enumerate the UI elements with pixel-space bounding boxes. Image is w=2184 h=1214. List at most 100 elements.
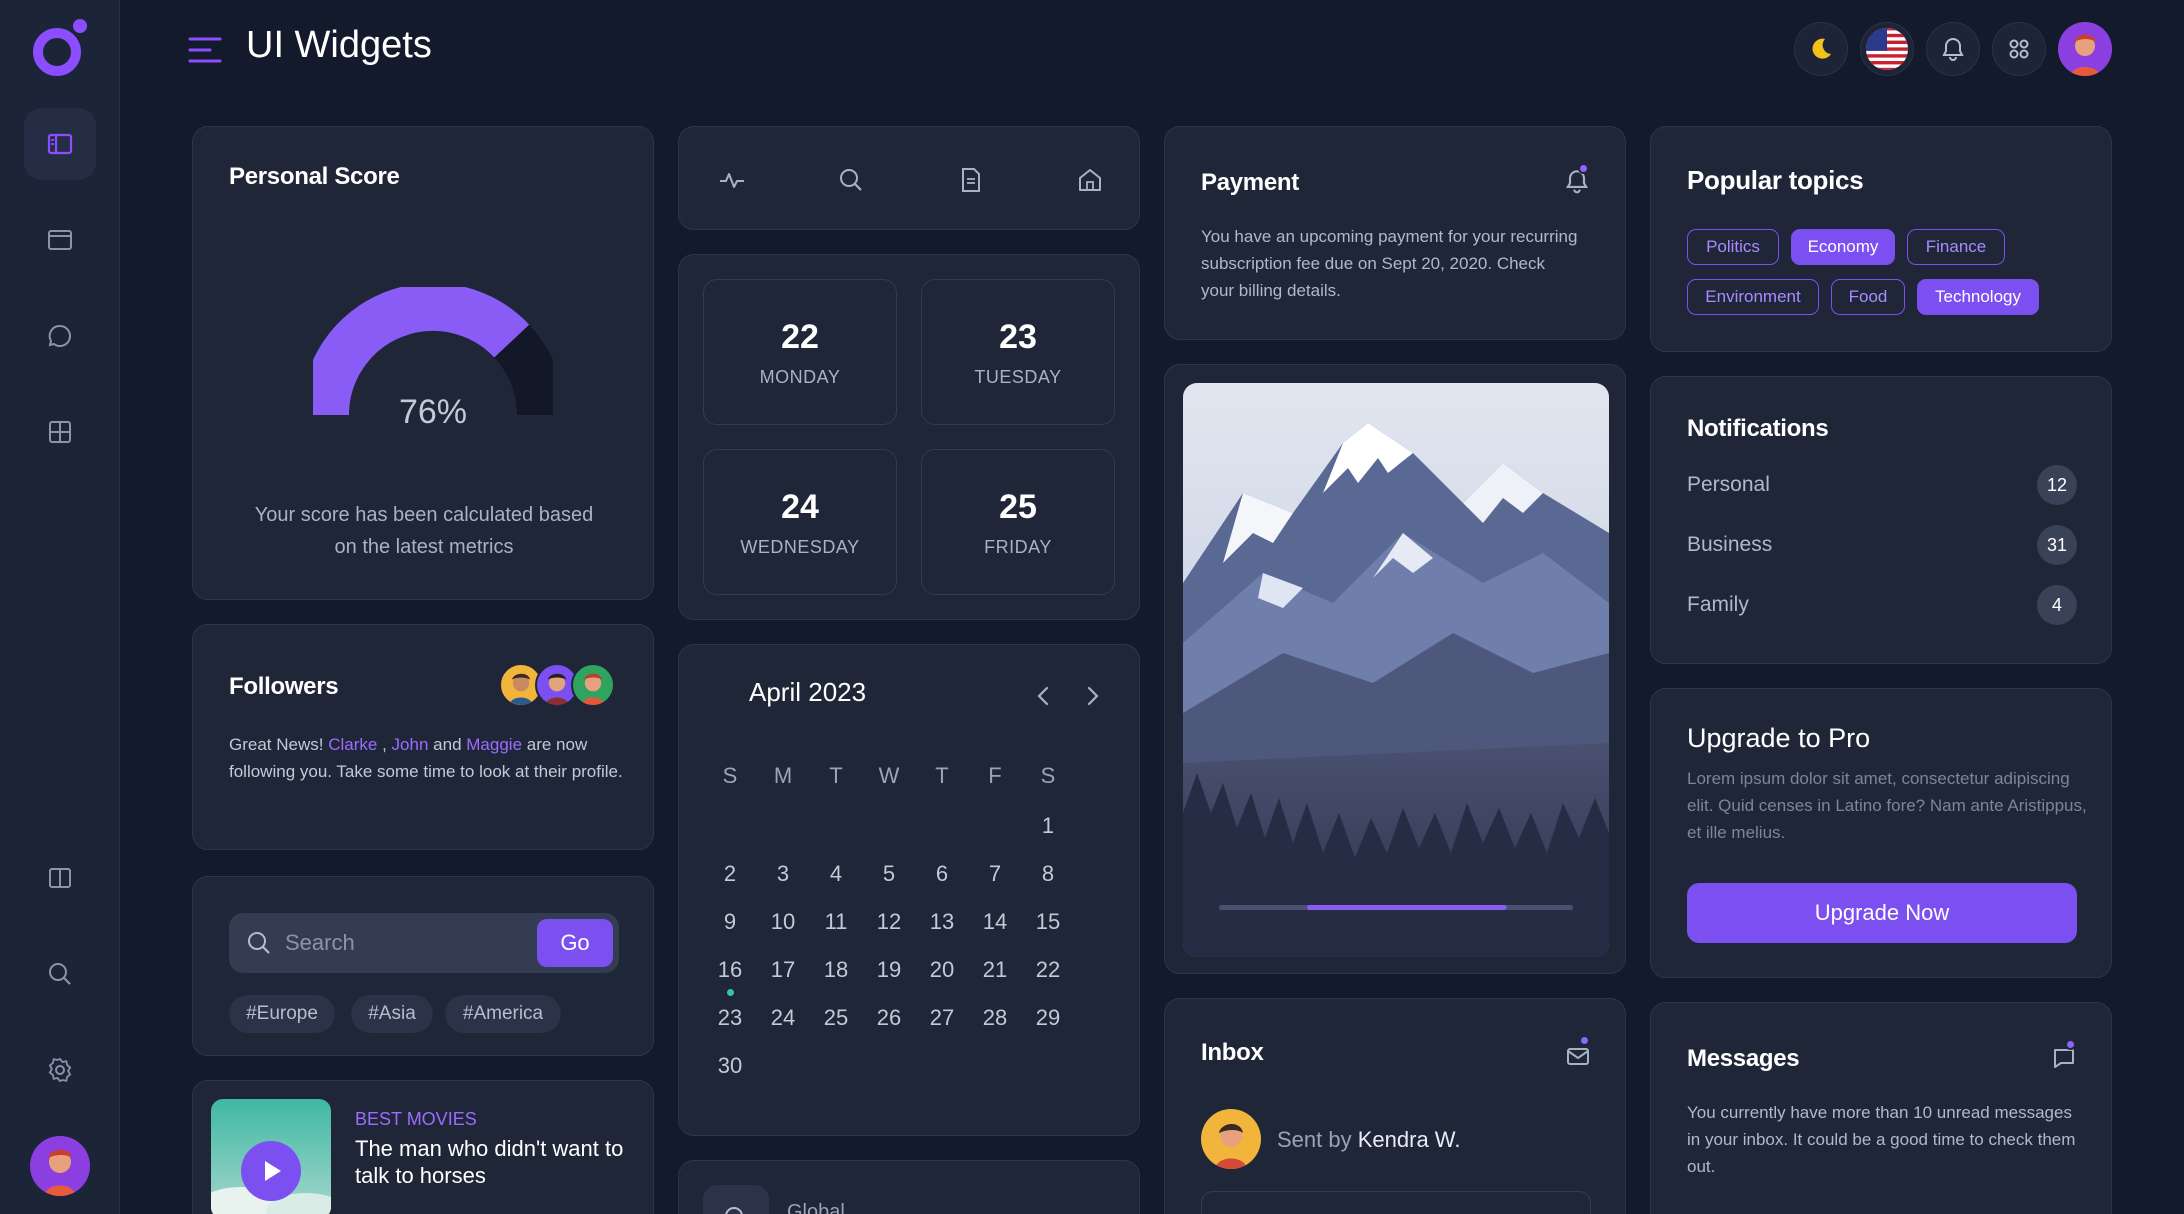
score-description-line: Your score has been calculated based xyxy=(254,504,594,526)
inbox-preview[interactable] xyxy=(1201,1191,1591,1214)
upgrade-card: Upgrade to Pro Lorem ipsum dolor sit ame… xyxy=(1650,688,2112,978)
topic-chip[interactable]: Finance xyxy=(1907,229,2005,265)
calendar-day[interactable]: 11 xyxy=(810,909,862,935)
calendar-day[interactable]: 29 xyxy=(1022,1005,1074,1031)
home-icon[interactable] xyxy=(1075,165,1105,195)
tag-chip[interactable]: #Europe xyxy=(229,995,335,1033)
search-placeholder: Search xyxy=(285,930,355,955)
chevron-right-icon[interactable] xyxy=(1077,681,1107,711)
notification-row[interactable]: Family 4 xyxy=(1687,585,2077,625)
document-icon[interactable] xyxy=(956,165,986,195)
calendar-day[interactable]: 21 xyxy=(969,957,1021,983)
calendar-day[interactable]: 27 xyxy=(916,1005,968,1031)
search-card: Search Go #Europe #Asia #America xyxy=(192,876,654,1056)
search-input[interactable]: Search Go xyxy=(229,913,619,973)
calendar-day[interactable]: 4 xyxy=(810,861,862,887)
sender-avatar[interactable] xyxy=(1201,1109,1261,1169)
page-title: UI Widgets xyxy=(246,24,432,66)
card-title: Personal Score xyxy=(229,163,400,190)
topic-chip[interactable]: Technology xyxy=(1917,279,2039,315)
date-tile[interactable]: 23 TUESDAY xyxy=(921,279,1115,425)
search-icon[interactable] xyxy=(836,165,866,195)
logo-icon[interactable] xyxy=(30,18,90,78)
calendar-day[interactable]: 5 xyxy=(863,861,915,887)
sidebar-item-grid[interactable] xyxy=(24,396,96,468)
apps-button[interactable] xyxy=(1992,22,2046,76)
profile-avatar[interactable] xyxy=(2058,22,2112,76)
calendar-day[interactable]: 17 xyxy=(757,957,809,983)
topic-chip[interactable]: Environment xyxy=(1687,279,1819,315)
tag-chip[interactable]: #Asia xyxy=(351,995,433,1033)
follower-link[interactable]: Maggie xyxy=(466,735,522,754)
calendar-day[interactable]: 13 xyxy=(916,909,968,935)
calendar-day[interactable]: 12 xyxy=(863,909,915,935)
date-tile[interactable]: 25 FRIDAY xyxy=(921,449,1115,595)
calendar-day[interactable]: 22 xyxy=(1022,957,1074,983)
calendar-day[interactable]: 7 xyxy=(969,861,1021,887)
calendar-day[interactable]: 16 xyxy=(704,957,756,983)
card-title: Followers xyxy=(229,673,339,700)
calendar-day[interactable]: 26 xyxy=(863,1005,915,1031)
globe-button[interactable] xyxy=(703,1185,769,1214)
conjunction: and xyxy=(433,735,462,754)
calendar-day[interactable]: 6 xyxy=(916,861,968,887)
movie-thumbnail[interactable] xyxy=(211,1099,331,1214)
language-button[interactable] xyxy=(1860,22,1914,76)
notification-dot xyxy=(2065,1039,2076,1050)
upgrade-now-button[interactable]: Upgrade Now xyxy=(1687,883,2077,943)
topic-chip[interactable]: Food xyxy=(1831,279,1905,315)
sender-name[interactable]: Kendra W. xyxy=(1358,1127,1461,1152)
sidebar-item-settings[interactable] xyxy=(24,1034,96,1106)
sidebar-item-columns[interactable] xyxy=(24,842,96,914)
today-indicator xyxy=(727,989,734,996)
notification-row[interactable]: Personal 12 xyxy=(1687,465,2077,505)
calendar-day[interactable]: 23 xyxy=(704,1005,756,1031)
topic-chip[interactable]: Politics xyxy=(1687,229,1779,265)
user-avatar[interactable] xyxy=(30,1136,90,1196)
sidebar-item-chat[interactable] xyxy=(24,300,96,372)
calendar-day[interactable]: 2 xyxy=(704,861,756,887)
follower-link[interactable]: John xyxy=(392,735,429,754)
calendar-weekday-header: T xyxy=(829,763,843,788)
activity-icon[interactable] xyxy=(717,165,747,195)
calendar-day[interactable]: 30 xyxy=(704,1053,756,1079)
notification-row[interactable]: Business 31 xyxy=(1687,525,2077,565)
chevron-left-icon[interactable] xyxy=(1029,681,1059,711)
mountain-image[interactable] xyxy=(1183,383,1609,957)
calendar-day[interactable]: 9 xyxy=(704,909,756,935)
calendar-day[interactable]: 25 xyxy=(810,1005,862,1031)
go-button[interactable]: Go xyxy=(537,919,613,967)
date-tile[interactable]: 22 MONDAY xyxy=(703,279,897,425)
calendar-day[interactable]: 14 xyxy=(969,909,1021,935)
calendar-day[interactable]: 28 xyxy=(969,1005,1021,1031)
calendar-day[interactable]: 10 xyxy=(757,909,809,935)
calendar-day[interactable]: 19 xyxy=(863,957,915,983)
follower-link[interactable]: Clarke xyxy=(328,735,377,754)
calendar-day[interactable]: 18 xyxy=(810,957,862,983)
calendar-day[interactable]: 15 xyxy=(1022,909,1074,935)
calendar-day[interactable]: 3 xyxy=(757,861,809,887)
tag-chip[interactable]: #America xyxy=(445,995,561,1033)
sidebar-item-dashboard[interactable] xyxy=(24,108,96,180)
follower-avatar[interactable] xyxy=(571,663,615,707)
calendar-weekday-header: M xyxy=(773,763,793,788)
topic-chip[interactable]: Economy xyxy=(1791,229,1895,265)
movie-card: BEST MOVIES The man who didn't want to t… xyxy=(192,1080,654,1214)
menu-icon[interactable] xyxy=(188,36,222,64)
mail-icon[interactable] xyxy=(1565,1043,1591,1069)
calendar-day[interactable]: 1 xyxy=(1022,813,1074,839)
calendar-day[interactable]: 8 xyxy=(1022,861,1074,887)
calendar-day[interactable]: 24 xyxy=(757,1005,809,1031)
calendar-day[interactable]: 20 xyxy=(916,957,968,983)
date-tile[interactable]: 24 WEDNESDAY xyxy=(703,449,897,595)
notification-count-badge: 12 xyxy=(2037,465,2077,505)
notifications-button[interactable] xyxy=(1926,22,1980,76)
us-flag-icon xyxy=(1866,28,1908,70)
sidebar-item-search[interactable] xyxy=(24,938,96,1010)
movie-title[interactable]: The man who didn't want to talk to horse… xyxy=(355,1135,645,1189)
settings-icon xyxy=(48,1057,72,1083)
sidebar-item-browser[interactable] xyxy=(24,204,96,276)
theme-toggle-button[interactable] xyxy=(1794,22,1848,76)
upgrade-title: Upgrade to Pro xyxy=(1687,723,1871,753)
notification-label: Family xyxy=(1687,593,1749,616)
